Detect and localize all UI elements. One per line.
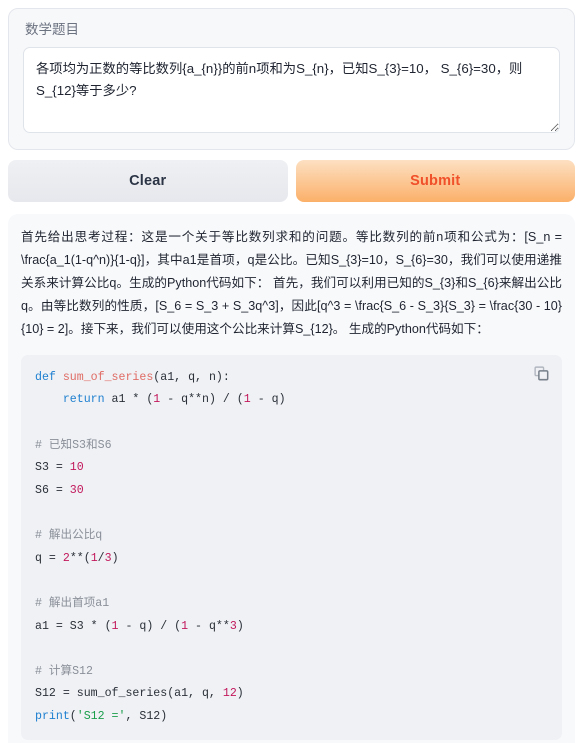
submit-button[interactable]: Submit: [295, 160, 575, 203]
code-content: def sum_of_series(a1, q, n): return a1 *…: [35, 366, 548, 728]
problem-input[interactable]: [23, 47, 560, 134]
answer-card: 首先给出思考过程：这是一个关于等比数列求和的问题。等比数列的前n项和公式为：[S…: [8, 214, 575, 743]
code-block: def sum_of_series(a1, q, n): return a1 *…: [21, 354, 562, 740]
clear-button[interactable]: Clear: [8, 160, 288, 203]
explanation-text: 首先给出思考过程：这是一个关于等比数列求和的问题。等比数列的前n项和公式为：[S…: [21, 230, 562, 336]
problem-field-label: 数学题目: [25, 22, 79, 37]
python-code: def sum_of_series(a1, q, n): return a1 *…: [35, 370, 286, 724]
copy-icon[interactable]: [534, 366, 549, 381]
action-button-row: Clear Submit: [8, 160, 575, 203]
input-card: 数学题目: [8, 8, 575, 151]
